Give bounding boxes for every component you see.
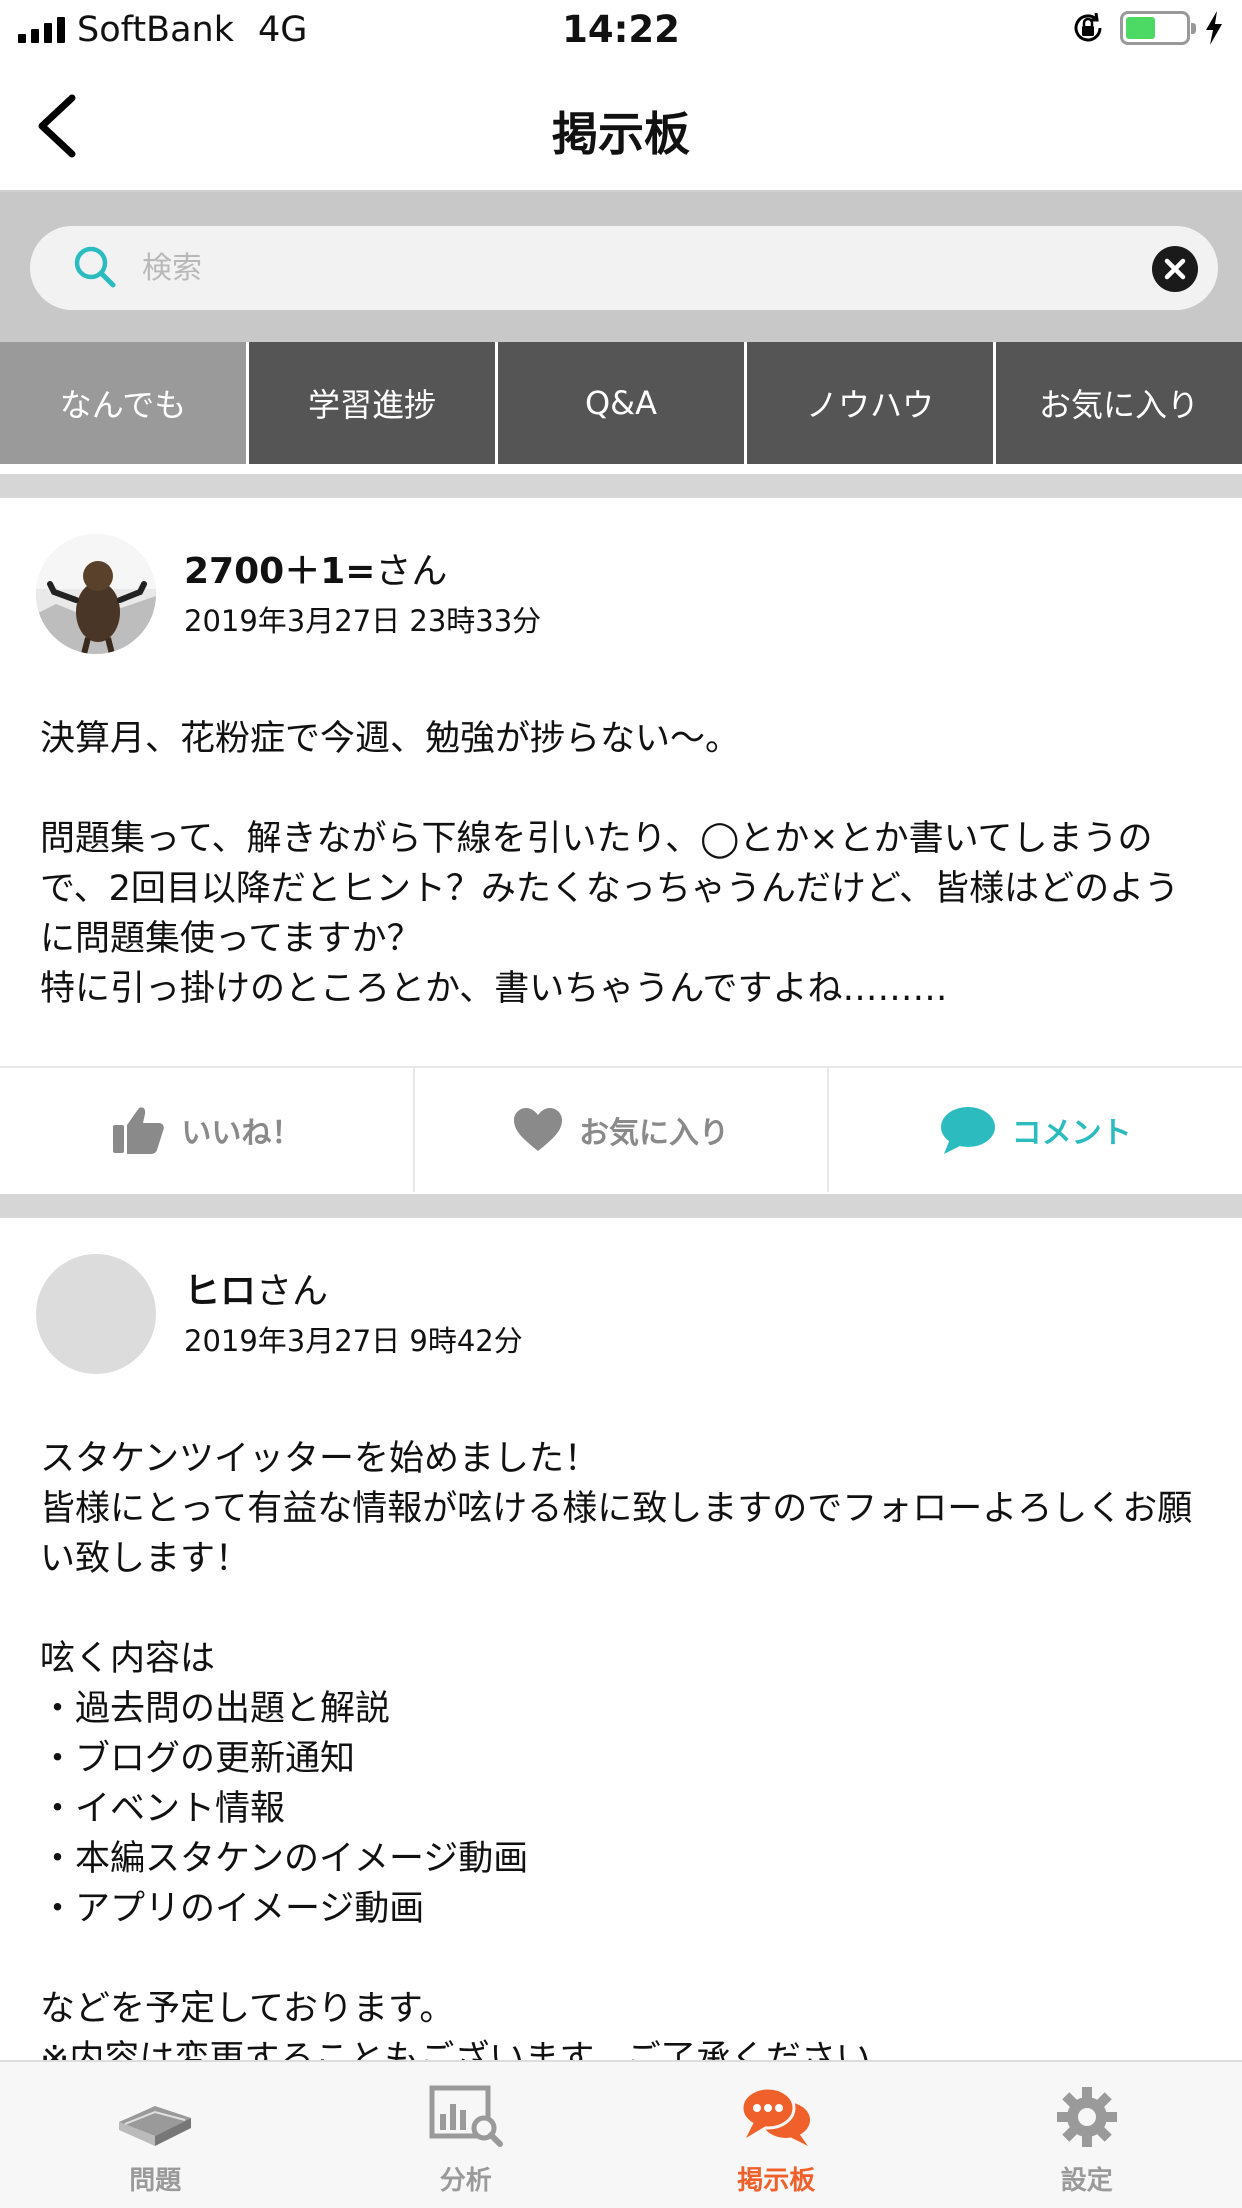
- post-author: 2700＋1=さん: [184, 542, 447, 594]
- tabbar-label: 問題: [129, 2166, 182, 2196]
- post-body: 決算月、花粉症で今週、勉強が捗らない〜。 問題集って、解きながら下線を引いたり、…: [40, 719, 1180, 1009]
- thumbs-up-icon: [113, 1107, 165, 1154]
- status-bar: SoftBank 4G 14:22: [0, 0, 1242, 62]
- search-input[interactable]: [142, 236, 1122, 300]
- rotation-lock-icon: [1074, 12, 1102, 42]
- author-name: 2700＋1=: [184, 551, 376, 592]
- tabbar-item-problems[interactable]: 問題: [0, 2062, 311, 2208]
- page-title: 掲示板: [552, 107, 690, 161]
- battery-icon: [1120, 11, 1196, 45]
- author-suffix: さん: [375, 551, 448, 592]
- tabbar-item-analysis[interactable]: 分析: [311, 2062, 622, 2208]
- clear-search-button[interactable]: [1152, 246, 1198, 292]
- analytics-icon: [429, 2085, 503, 2147]
- tabbar-label: 分析: [439, 2166, 492, 2196]
- post-card: 2700＋1=さん 2019年3月27日 23時33分 決算月、花粉症で今週、勉…: [0, 498, 1242, 1194]
- search-icon: [74, 246, 116, 288]
- book-icon: [119, 2106, 192, 2146]
- status-time: 14:22: [562, 8, 680, 51]
- author-name: ヒロ: [184, 1271, 257, 1312]
- tab-progress[interactable]: 学習進捗: [249, 342, 495, 464]
- tab-knowhow[interactable]: ノウハウ: [747, 342, 993, 464]
- post-date: 2019年3月27日 9時42分: [184, 1324, 523, 1358]
- chat-bubbles-icon: [740, 2086, 811, 2146]
- comment-label: コメント: [1011, 1116, 1132, 1151]
- avatar[interactable]: [36, 534, 156, 654]
- post-date: 2019年3月27日 23時33分: [184, 604, 542, 638]
- category-tabs: なんでも 学習進捗 Q&A ノウハウ お気に入り: [0, 342, 1242, 464]
- tab-favorites[interactable]: お気に入り: [996, 342, 1242, 464]
- gear-icon: [1056, 2087, 1117, 2147]
- section-divider: [0, 1194, 1242, 1218]
- status-right: [1070, 10, 1224, 46]
- bottom-tab-bar: 問題 分析 掲示板 設定: [0, 2060, 1242, 2208]
- navigation-bar: 掲示板: [0, 62, 1242, 192]
- user-photo-icon: [36, 534, 156, 654]
- tabbar-label: 掲示板: [737, 2166, 816, 2196]
- post-author: ヒロさん: [184, 1262, 328, 1314]
- tabbar-item-board[interactable]: 掲示板: [621, 2062, 932, 2208]
- post-card: ヒロさん 2019年3月27日 9時42分 スタケンツイッターを始めました！ 皆…: [0, 1218, 1242, 2060]
- section-divider: [0, 474, 1242, 498]
- favorite-button[interactable]: お気に入り: [415, 1068, 830, 1192]
- like-button[interactable]: いいね！: [0, 1068, 415, 1192]
- author-suffix: さん: [256, 1271, 329, 1312]
- favorite-label: お気に入り: [579, 1116, 729, 1151]
- comment-button[interactable]: コメント: [829, 1068, 1242, 1192]
- avatar[interactable]: [36, 1254, 156, 1374]
- tabbar-item-settings[interactable]: 設定: [932, 2062, 1242, 2208]
- tabbar-label: 設定: [1060, 2166, 1113, 2196]
- close-icon: [1164, 258, 1186, 280]
- tab-qa[interactable]: Q&A: [498, 342, 744, 464]
- tab-anything[interactable]: なんでも: [0, 342, 246, 464]
- search-area: [0, 192, 1242, 342]
- speech-bubble-icon: [940, 1107, 995, 1154]
- like-label: いいね！: [181, 1116, 302, 1151]
- post-body: スタケンツイッターを始めました！ 皆様にとって有益な情報が呟ける様に致しますので…: [40, 1439, 1193, 2060]
- heart-icon: [514, 1108, 562, 1151]
- post-actions: いいね！ お気に入り コメント: [0, 1066, 1242, 1192]
- charging-bolt-icon: [1206, 11, 1222, 45]
- search-box[interactable]: [30, 226, 1218, 310]
